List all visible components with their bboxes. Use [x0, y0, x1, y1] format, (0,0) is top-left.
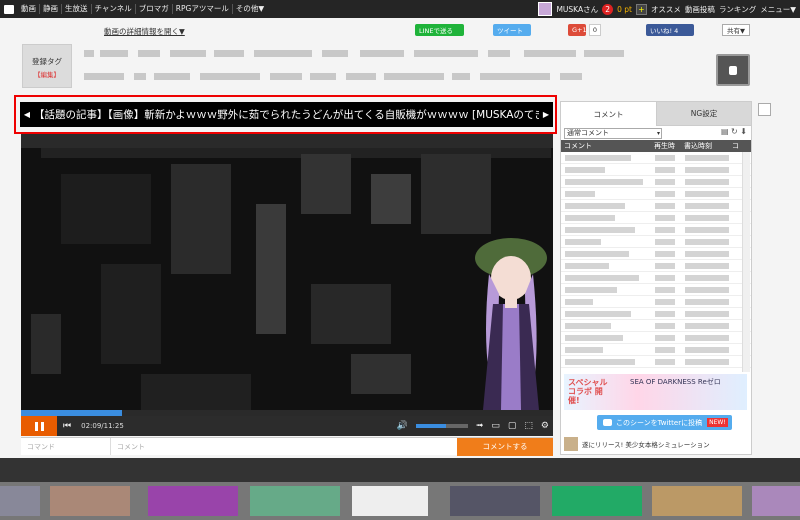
- post-scene-twitter-button[interactable]: このシーンをTwitterに投稿 NEW!: [597, 415, 732, 430]
- table-row[interactable]: [561, 200, 751, 212]
- share-bar: 動画の詳細情報を開く▼ LINEで送る ツイート G+1 0 いいね! 4 共有…: [0, 18, 800, 44]
- promo-text: 遂にリリース! 美少女本格シミュレーション: [582, 441, 710, 449]
- nav-more[interactable]: その他▼: [231, 4, 267, 14]
- table-row[interactable]: [561, 188, 751, 200]
- table-row[interactable]: [561, 236, 751, 248]
- points-display: 0 pt: [617, 4, 632, 14]
- nav-channel[interactable]: チャンネル: [90, 4, 135, 14]
- skip-back-icon[interactable]: ⏮: [63, 421, 71, 431]
- tag-label: 登録タグ: [32, 57, 62, 66]
- open-details-link[interactable]: 動画の詳細情報を開く▼: [104, 26, 185, 37]
- player-controls-right: 🔊 ➟ ▭ ▢ ⬚ ⚙: [389, 416, 549, 436]
- points-plus-button[interactable]: +: [635, 3, 647, 15]
- table-row[interactable]: [561, 272, 751, 284]
- notification-badge[interactable]: 2: [602, 3, 614, 15]
- volume-level: [415, 424, 446, 428]
- player-controls: ⏮ 02:09/11:25 🔊 ➟ ▭ ▢ ⬚ ⚙: [21, 416, 553, 436]
- related-videos-strip[interactable]: [0, 458, 800, 520]
- send-comment-button[interactable]: コメントする: [457, 437, 553, 456]
- col-extra[interactable]: コ: [729, 141, 743, 151]
- chevron-down-icon: ▾: [656, 129, 660, 137]
- table-row[interactable]: [561, 248, 751, 260]
- video-player[interactable]: [21, 134, 553, 410]
- nav-ranking[interactable]: ランキング: [719, 4, 756, 15]
- tag-box: 登録タグ 【編集】: [22, 44, 72, 88]
- avatar[interactable]: [538, 2, 553, 16]
- theme-toggle-button[interactable]: [716, 54, 750, 86]
- blurred-tag-list: [84, 47, 644, 87]
- twitter-button-label: このシーンをTwitterに投稿: [616, 418, 703, 427]
- comment-scrollbar[interactable]: [742, 152, 750, 372]
- nav-upload[interactable]: 動画投稿: [685, 4, 715, 15]
- top-navigation-bar: 動画 静画 生放送 チャンネル ブロマガ RPGアツマール その他▼ MUSKA…: [0, 0, 800, 18]
- nav-recommend[interactable]: オススメ: [651, 4, 681, 15]
- nav-douga[interactable]: 動画: [18, 4, 39, 14]
- table-row[interactable]: [561, 212, 751, 224]
- comment-toggle-icon[interactable]: ▭: [491, 421, 500, 431]
- comment-panel: コメント NG設定 通常コメント ▾ ▤ ↻ ⬇ コメント 再生時 書込時刻 コ …: [560, 101, 752, 455]
- highlight-box: [14, 95, 557, 134]
- table-row[interactable]: [561, 344, 751, 356]
- tag-edit-link[interactable]: 【編集】: [23, 69, 71, 79]
- nav-menu[interactable]: メニュー▼: [760, 4, 796, 15]
- col-posted[interactable]: 書込時刻: [681, 141, 729, 151]
- table-row[interactable]: [561, 260, 751, 272]
- tweet-button[interactable]: ツイート: [493, 24, 531, 36]
- user-name[interactable]: MUSKAさん: [556, 4, 598, 15]
- comment-table-header: コメント 再生時 書込時刻 コ: [561, 140, 751, 152]
- promo-thumbnail: [564, 437, 578, 451]
- table-row[interactable]: [561, 296, 751, 308]
- settings-gear-icon[interactable]: ⚙: [541, 421, 549, 431]
- nav-live[interactable]: 生放送: [61, 4, 91, 14]
- line-share-button[interactable]: LINEで送る: [415, 24, 464, 36]
- time-display: 02:09/11:25: [81, 422, 124, 430]
- gplus-count: 0: [589, 24, 601, 36]
- niconico-logo-icon[interactable]: [0, 0, 18, 18]
- promo-link[interactable]: 遂にリリース! 美少女本格シミュレーション: [564, 435, 747, 453]
- loop-arrow-icon[interactable]: ➟: [476, 421, 484, 431]
- camera-icon: [603, 419, 612, 426]
- table-row[interactable]: [561, 356, 751, 368]
- share-dropdown[interactable]: 共有▼: [722, 24, 750, 36]
- table-row[interactable]: [561, 176, 751, 188]
- gplus-button[interactable]: G+1: [568, 24, 587, 36]
- tab-comments[interactable]: コメント: [561, 102, 656, 126]
- comment-input-bar: コマンド コメント コメントする: [21, 437, 553, 456]
- comment-input[interactable]: コメント: [111, 442, 457, 452]
- screen-size-icon[interactable]: ▢: [508, 421, 517, 431]
- nav-rpg-atsumaru[interactable]: RPGアツマール: [171, 4, 232, 14]
- comment-type-value: 通常コメント: [567, 128, 609, 137]
- ad-title: スペシャル コラボ 開催!: [568, 378, 608, 405]
- nav-seiga[interactable]: 静画: [39, 4, 61, 14]
- ad-logo: SEA OF DARKNESS Reゼロ: [630, 378, 721, 386]
- table-row[interactable]: [561, 332, 751, 344]
- character-overlay: [475, 238, 547, 410]
- global-nav: 動画 静画 生放送 チャンネル ブロマガ RPGアツマール その他▼: [18, 4, 267, 14]
- new-badge: NEW!: [707, 418, 728, 427]
- table-row[interactable]: [561, 224, 751, 236]
- ad-banner[interactable]: スペシャル コラボ 開催! SEA OF DARKNESS Reゼロ: [564, 374, 747, 410]
- facebook-like-button[interactable]: いいね! 4: [646, 24, 694, 36]
- col-comment[interactable]: コメント: [561, 141, 651, 151]
- nav-blomaga[interactable]: ブロマガ: [134, 4, 172, 14]
- table-row[interactable]: [561, 284, 751, 296]
- table-row[interactable]: [561, 152, 751, 164]
- table-row[interactable]: [561, 164, 751, 176]
- panel-checkbox[interactable]: [758, 103, 771, 116]
- command-input[interactable]: コマンド: [21, 438, 111, 455]
- volume-icon[interactable]: 🔊: [397, 421, 408, 431]
- fullscreen-icon[interactable]: ⬚: [524, 421, 533, 431]
- user-area: MUSKAさん 2 0 pt + オススメ 動画投稿 ランキング メニュー▼: [534, 0, 800, 18]
- pause-button[interactable]: [21, 416, 57, 436]
- tab-ng-settings[interactable]: NG設定: [656, 102, 751, 126]
- lamp-icon: [729, 65, 737, 75]
- table-row[interactable]: [561, 308, 751, 320]
- comment-list[interactable]: [561, 152, 751, 368]
- table-row[interactable]: [561, 320, 751, 332]
- comment-type-select[interactable]: 通常コメント ▾: [564, 127, 662, 139]
- col-playtime[interactable]: 再生時: [651, 141, 681, 151]
- panel-tool-icons[interactable]: ▤ ↻ ⬇: [721, 127, 747, 136]
- volume-slider[interactable]: [415, 424, 468, 428]
